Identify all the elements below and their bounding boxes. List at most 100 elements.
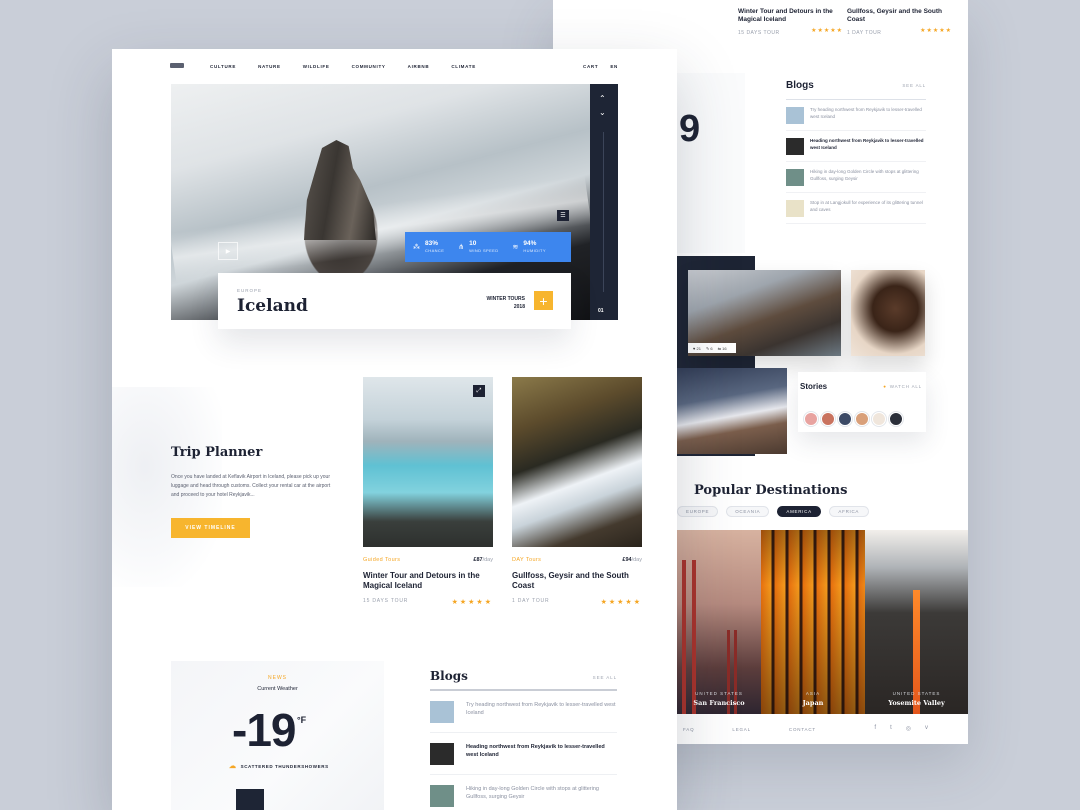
blog-item[interactable]: Heading northwest from Reykjavik to less…: [430, 742, 617, 775]
blog-headline[interactable]: Hiking in day-long Golden Circle with st…: [466, 785, 617, 807]
play-button[interactable]: ▶: [218, 242, 238, 260]
blog-thumbnail[interactable]: [786, 138, 804, 155]
chance-icon: ⁂: [413, 244, 420, 251]
blog-item[interactable]: Hiking in day-long Golden Circle with st…: [430, 784, 617, 810]
star-rating: ★★★★★: [451, 598, 493, 606]
nav-item-nature[interactable]: NATURE: [258, 64, 281, 69]
plus-icon: +: [539, 292, 548, 309]
vimeo-icon[interactable]: v: [925, 725, 928, 732]
overlay: [761, 530, 865, 714]
nav-item-airbnb[interactable]: AIRBNB: [408, 64, 430, 69]
tour-title[interactable]: Gullfoss, Geysir and the South Coast: [512, 571, 642, 592]
blog-item[interactable]: Hiking in day-long Golden Circle with st…: [786, 169, 926, 193]
story-avatar[interactable]: [838, 412, 852, 426]
chat-icon: ☰: [560, 213, 566, 219]
tour-card[interactable]: ⤢ Guided Tours £87/day Winter Tour and D…: [363, 377, 493, 606]
nav-item-wildlife[interactable]: WILDLIFE: [303, 64, 330, 69]
expand-icon: ⤢: [476, 387, 482, 394]
tours-year: 2018: [513, 304, 525, 310]
weather-stat: ≋ 94% HUMIDITY: [512, 239, 546, 253]
expand-button[interactable]: ⤢: [473, 385, 485, 397]
blog-headline[interactable]: Stop in at Langjokull for experience of …: [810, 200, 926, 217]
nav-item-culture[interactable]: CULTURE: [210, 64, 236, 69]
watch-all-link[interactable]: ● WATCH ALL: [883, 384, 922, 389]
twitter-icon[interactable]: t: [890, 725, 892, 732]
story-avatar[interactable]: [872, 412, 886, 426]
trip-planner-description: Once you have landed at Keflavik Airport…: [171, 474, 331, 498]
chevron-down-icon[interactable]: ⌄: [599, 108, 606, 117]
view-timeline-button[interactable]: VIEW TIMELINE: [171, 518, 250, 538]
chat-button[interactable]: ☰: [557, 210, 569, 221]
blog-thumbnail[interactable]: [786, 169, 804, 186]
wind-icon: ⋔: [458, 244, 465, 251]
tour-category: Guided Tours: [363, 557, 401, 563]
tour-card[interactable]: DAY Tours £94/day Gullfoss, Geysir and t…: [512, 377, 642, 606]
back-tour-card[interactable]: Winter Tour and Detours in the Magical I…: [738, 0, 843, 36]
star-rating: ★★★★★: [600, 598, 642, 606]
weather-condition: ☁ SCATTERED THUNDERSHOWERS: [229, 762, 329, 770]
destination-card[interactable]: ASIA Japan: [761, 530, 865, 714]
blog-item[interactable]: Try heading northwest from Reykjavik to …: [430, 700, 617, 733]
destination-title-card: EUROPE Iceland WINTER TOURS 2018 +: [218, 273, 571, 329]
footer-link-faq[interactable]: FAQ: [683, 727, 694, 732]
story-avatar[interactable]: [855, 412, 869, 426]
nav-item-climate[interactable]: CLIMATE: [451, 64, 476, 69]
blog-headline[interactable]: Try heading northwest from Reykjavik to …: [466, 701, 617, 723]
region-pill-oceania[interactable]: OCEANIA: [726, 506, 770, 517]
nav-item-community[interactable]: COMMUNITY: [352, 64, 386, 69]
blog-headline[interactable]: Hiking in day-long Golden Circle with st…: [810, 169, 926, 186]
blog-item[interactable]: Stop in at Langjokull for experience of …: [786, 200, 926, 224]
footer-link-legal[interactable]: LEGAL: [732, 727, 751, 732]
humidity-icon: ≋: [512, 244, 519, 251]
hero-rail: ⌃ ⌄ 01: [590, 84, 618, 320]
comments-count[interactable]: ✎ 6: [706, 346, 713, 351]
logo[interactable]: [170, 63, 184, 68]
destination-card[interactable]: UNITED STATES Yosemite Valley: [865, 530, 968, 714]
footer-link-contact[interactable]: CONTACT: [789, 727, 816, 732]
social-links: f t ◎ v: [874, 725, 928, 732]
blog-headline[interactable]: Try heading northwest from Reykjavik to …: [810, 107, 926, 124]
blog-item[interactable]: Heading northwest from Reykjavik to less…: [786, 138, 926, 162]
shares-count[interactable]: ⇆ 16: [718, 346, 727, 351]
region-pill-america[interactable]: AMERICA: [777, 506, 821, 517]
back-tour-card[interactable]: Gullfoss, Geysir and the South Coast 1 D…: [847, 0, 952, 36]
tour-image[interactable]: ⤢: [363, 377, 493, 547]
back-blogs-see-all-link[interactable]: SEE ALL: [902, 83, 926, 88]
back-horse-photo[interactable]: [851, 270, 925, 356]
facebook-icon[interactable]: f: [874, 725, 876, 732]
tour-image[interactable]: [512, 377, 642, 547]
blogs-see-all-link[interactable]: SEE ALL: [593, 675, 617, 680]
add-button[interactable]: +: [534, 291, 553, 310]
story-avatar[interactable]: [889, 412, 903, 426]
popular-destinations-title: Popular Destinations: [694, 483, 848, 498]
cart-link[interactable]: CART: [583, 64, 598, 69]
language-switch[interactable]: EN: [610, 64, 618, 69]
back-tour-title: Winter Tour and Detours in the Magical I…: [738, 8, 833, 24]
region-pill-europe[interactable]: EUROPE: [677, 506, 719, 517]
chevron-up-icon[interactable]: ⌃: [599, 94, 606, 103]
stat-value: 94%: [523, 239, 537, 247]
blog-headline[interactable]: Heading northwest from Reykjavik to less…: [466, 743, 617, 765]
divider: [786, 99, 926, 100]
story-avatar[interactable]: [804, 412, 818, 426]
back-weather-panel: [673, 73, 745, 253]
price-value: £87: [473, 557, 483, 563]
blog-thumbnail[interactable]: [430, 784, 454, 807]
story-avatar[interactable]: [821, 412, 835, 426]
blog-thumbnail[interactable]: [786, 200, 804, 217]
blog-thumbnail[interactable]: [430, 742, 454, 765]
destination-card[interactable]: UNITED STATES San Francisco: [677, 530, 761, 714]
temperature-unit: °F: [297, 715, 307, 725]
play-icon: ▶: [225, 248, 231, 255]
blog-headline[interactable]: Heading northwest from Reykjavik to less…: [810, 138, 926, 155]
blog-thumbnail[interactable]: [786, 107, 804, 124]
likes-count[interactable]: ♥ 21: [693, 346, 701, 351]
tour-title[interactable]: Winter Tour and Detours in the Magical I…: [363, 571, 493, 592]
stat-label: WIND SPEED: [469, 248, 499, 254]
blog-thumbnail[interactable]: [430, 700, 454, 723]
back-photo-stats: ♥ 21 ✎ 6 ⇆ 16: [688, 343, 736, 353]
back-mountain-photo[interactable]: [677, 368, 787, 454]
instagram-icon[interactable]: ◎: [906, 725, 911, 732]
region-pill-africa[interactable]: AFRICA: [828, 506, 869, 517]
blog-item[interactable]: Try heading northwest from Reykjavik to …: [786, 107, 926, 131]
